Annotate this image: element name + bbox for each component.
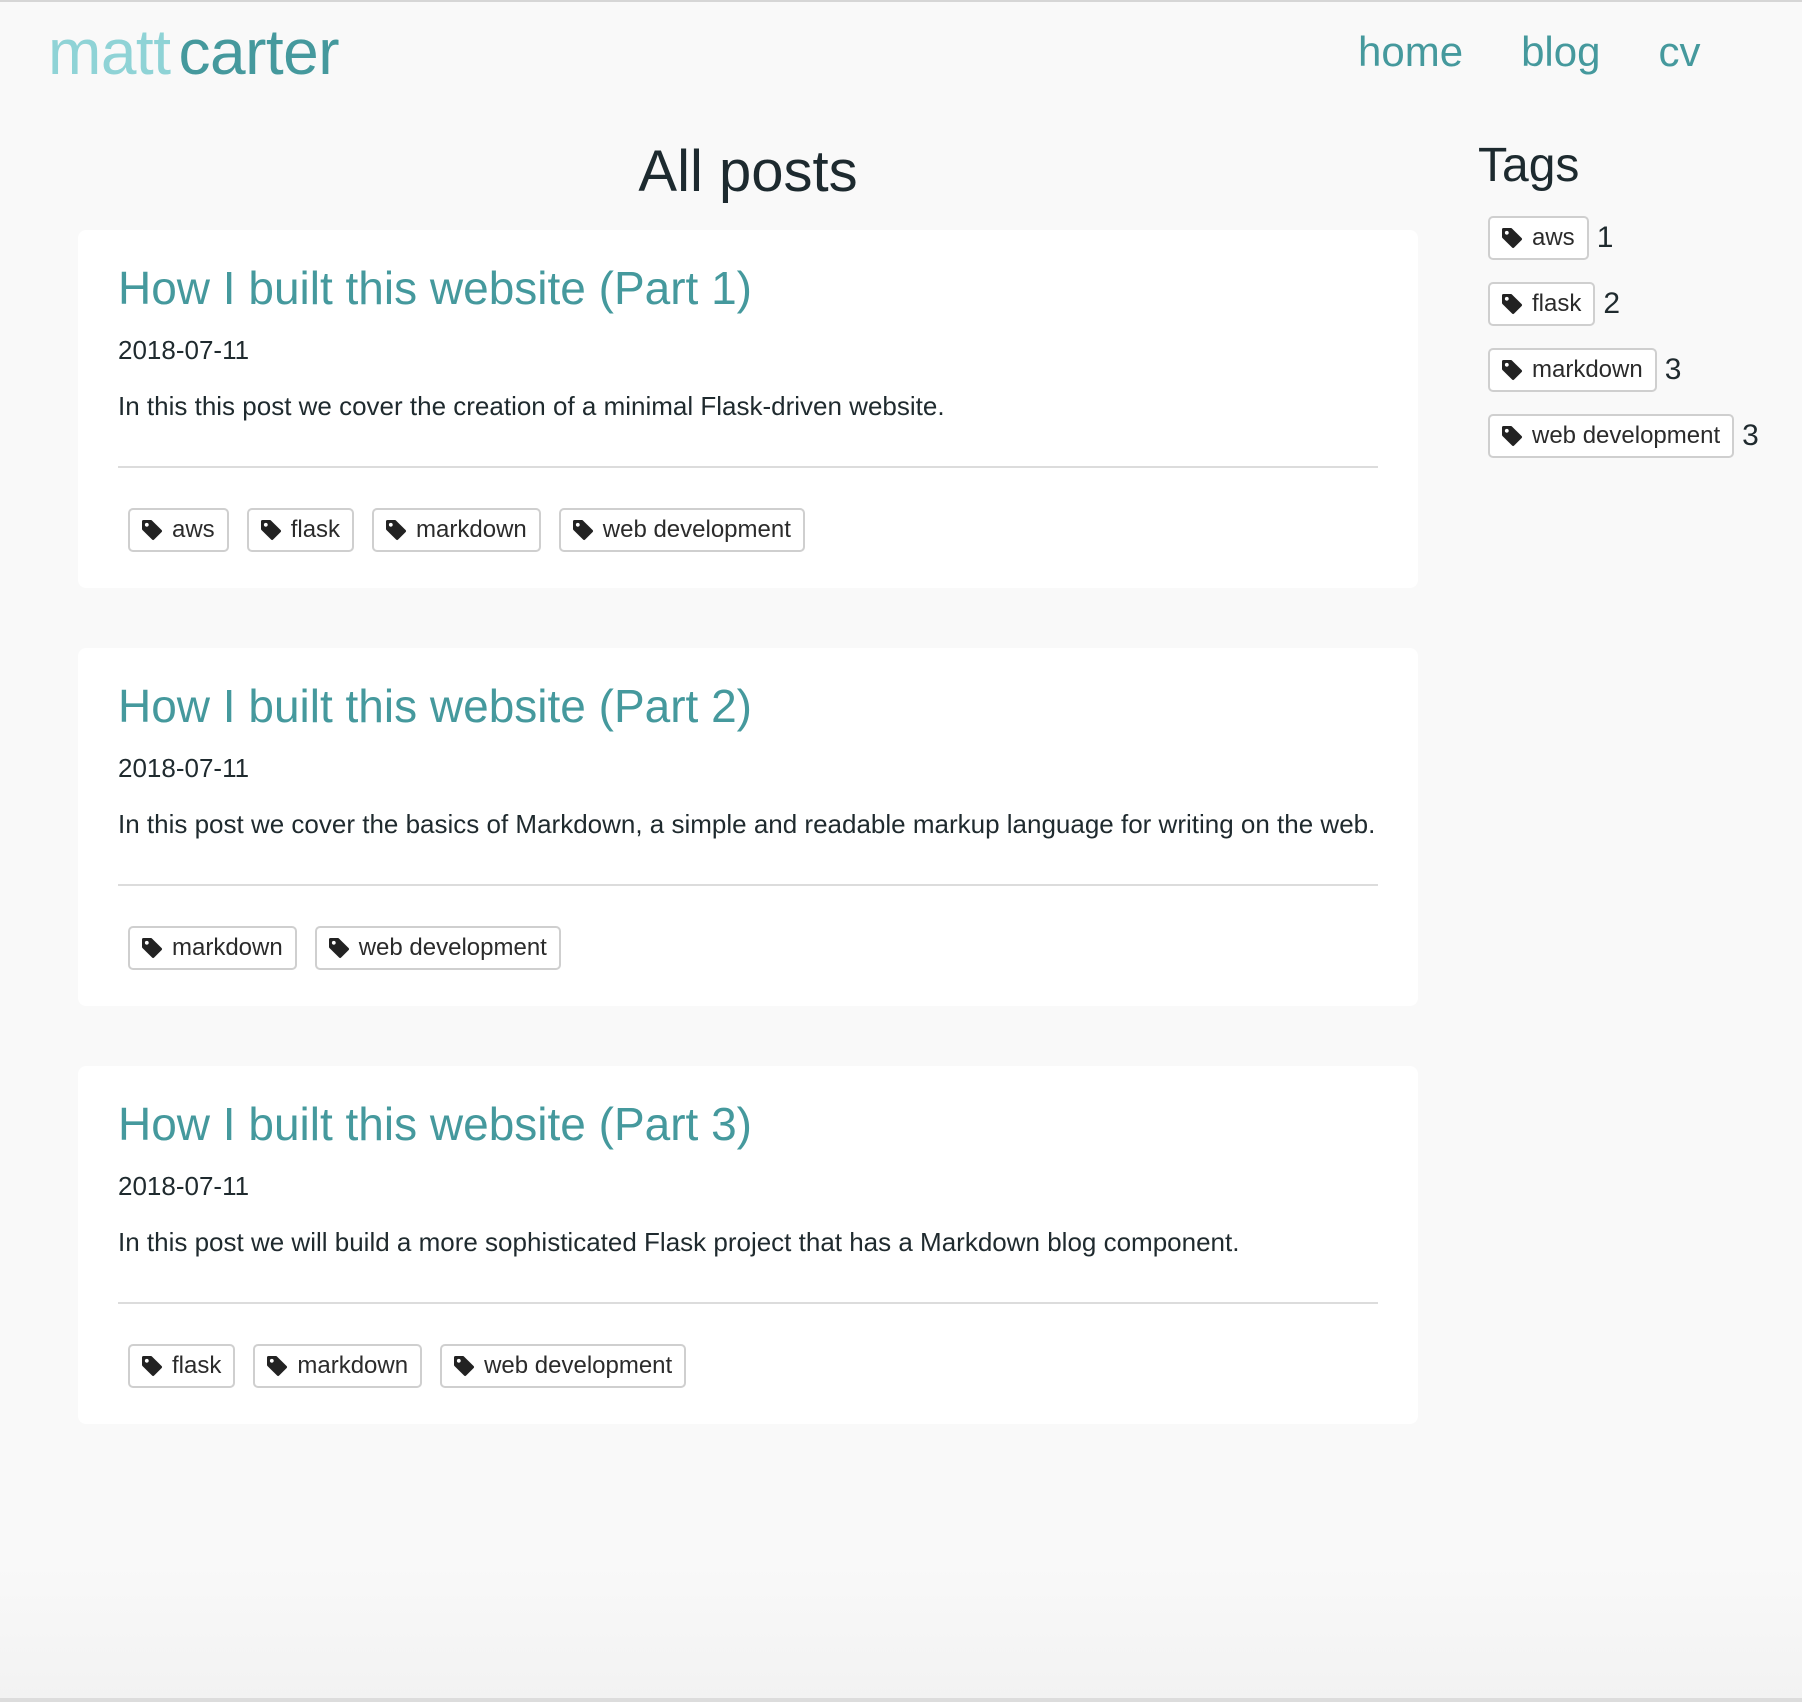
tag-icon [142, 938, 162, 958]
page-title: All posts [638, 139, 858, 204]
tag-icon [142, 520, 162, 540]
sidebar-tag-web-development: web development 3 [1488, 414, 1798, 458]
page: matt carter home blog cv All posts How I … [0, 0, 1802, 1702]
tag-pill[interactable]: web development [1488, 414, 1735, 458]
sidebar-tag-aws: aws 1 [1488, 216, 1798, 260]
tag-label: web development [358, 934, 547, 961]
post-excerpt: In this post we will build a more sophis… [118, 1227, 1240, 1257]
sidebar-tag-flask: flask 2 [1488, 282, 1798, 326]
tag-icon [1502, 228, 1522, 248]
sidebar-title: Tags [1478, 139, 1580, 192]
tag-count: 3 [1664, 353, 1682, 386]
tag-label: aws [1532, 224, 1575, 251]
tag-label: web development [1532, 422, 1721, 449]
tag-pill[interactable]: markdown [128, 926, 297, 970]
post-tag-list: aws flask markdown web development [118, 508, 1378, 552]
tag-label: flask [1532, 290, 1582, 317]
post-divider [118, 884, 1378, 886]
tag-count: 1 [1596, 221, 1614, 254]
nav-blog-link[interactable]: blog [1521, 24, 1600, 80]
nav-cv-link[interactable]: cv [1658, 24, 1700, 80]
post-date: 2018-07-11 [118, 1171, 250, 1201]
tag-icon [260, 520, 281, 540]
post-title-link[interactable]: How I built this website (Part 1) [118, 260, 752, 316]
tag-count: 3 [1742, 419, 1759, 452]
tag-label: flask [290, 516, 341, 543]
tag-pill[interactable]: web development [558, 508, 805, 552]
tag-label: flask [172, 1352, 222, 1379]
nav-home-link[interactable]: home [1358, 24, 1463, 80]
tag-label: web development [602, 516, 791, 543]
tag-icon [454, 1356, 475, 1376]
tag-label: markdown [172, 934, 283, 961]
tag-icon [572, 520, 593, 540]
tag-label: web development [484, 1352, 673, 1379]
tag-label: markdown [416, 516, 527, 543]
main-nav: home blog cv [1358, 24, 1758, 80]
tag-pill[interactable]: markdown [253, 1344, 423, 1388]
tag-pill[interactable]: aws [128, 508, 229, 552]
tag-icon [1502, 294, 1522, 314]
post-card: How I built this website (Part 1) 2018-0… [78, 230, 1418, 588]
tag-label: markdown [297, 1352, 409, 1379]
sidebar-tag-list: aws 1 flask 2 markdown 3 web development… [1478, 216, 1798, 458]
tag-icon [328, 938, 349, 958]
bottom-border [0, 1698, 1802, 1702]
site-logo[interactable]: matt carter [48, 16, 340, 88]
post-card: How I built this website (Part 3) 2018-0… [78, 1066, 1418, 1424]
post-tag-list: markdown web development [118, 926, 1378, 970]
post-excerpt: In this this post we cover the creation … [118, 391, 945, 421]
tag-pill[interactable]: markdown [1488, 348, 1657, 392]
post-excerpt: In this post we cover the basics of Mark… [118, 809, 1376, 839]
tag-pill[interactable]: web development [314, 926, 561, 970]
post-list: How I built this website (Part 1) 2018-0… [78, 230, 1418, 1484]
post-date: 2018-07-11 [118, 753, 250, 783]
tag-icon [142, 1356, 162, 1376]
brand-first-name: matt [48, 16, 171, 88]
tag-count: 2 [1603, 287, 1621, 320]
tag-pill[interactable]: aws [1488, 216, 1589, 260]
post-tag-list: flask markdown web development [118, 1344, 1378, 1388]
tag-icon [1502, 360, 1522, 380]
post-title-link[interactable]: How I built this website (Part 3) [118, 1096, 752, 1152]
tag-pill[interactable]: flask [128, 1344, 236, 1388]
sidebar-tag-markdown: markdown 3 [1488, 348, 1798, 392]
post-title-link[interactable]: How I built this website (Part 2) [118, 678, 752, 734]
post-card: How I built this website (Part 2) 2018-0… [78, 648, 1418, 1006]
post-divider [118, 1302, 1378, 1304]
tag-icon [1502, 426, 1522, 446]
tag-icon [386, 520, 407, 540]
tag-pill[interactable]: flask [1488, 282, 1596, 326]
tag-icon [267, 1356, 288, 1376]
tags-sidebar: Tags aws 1 flask 2 markdown 3 web develo… [1478, 136, 1798, 480]
tag-pill[interactable]: markdown [372, 508, 541, 552]
post-date: 2018-07-11 [118, 335, 250, 365]
tag-pill[interactable]: web development [440, 1344, 687, 1388]
tag-pill[interactable]: flask [246, 508, 355, 552]
post-divider [118, 466, 1378, 468]
tag-label: aws [172, 516, 215, 543]
tag-label: markdown [1532, 356, 1643, 383]
brand-last-name: carter [178, 16, 340, 88]
